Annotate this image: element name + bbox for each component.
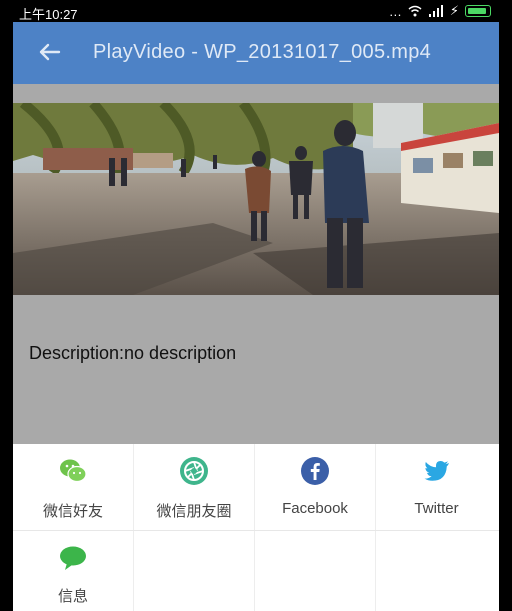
share-label: 微信朋友圈 [156,503,232,520]
share-message[interactable]: 信息 [13,531,134,611]
share-wechat-friends[interactable]: 微信好友 [13,444,134,530]
twitter-icon [424,461,449,481]
share-facebook[interactable]: Facebook [255,444,376,530]
message-icon [60,546,86,570]
charging-icon: ⚡ [449,3,459,18]
share-wechat-moments[interactable]: 微信朋友圈 [134,444,255,530]
share-empty-cell [134,531,255,611]
back-arrow-icon[interactable] [35,38,63,66]
share-empty-cell [255,531,376,611]
share-twitter[interactable]: Twitter [376,444,497,530]
app-bar: PlayVideo - WP_20131017_005.mp4 [13,22,499,84]
page-title: PlayVideo - WP_20131017_005.mp4 [93,41,432,63]
wechat-icon [60,459,87,483]
facebook-icon [301,457,329,485]
content-area: Description:no description [13,84,499,444]
status-bar: 上午10:27 … ⚡ [13,0,499,22]
more-dots-icon: … [388,3,402,19]
video-thumbnail[interactable] [13,103,499,295]
share-row: 信息 [13,531,499,611]
app-screen: 上午10:27 … ⚡ PlayVideo - WP_20131017_005.… [13,0,499,611]
share-empty-cell [376,531,497,611]
status-time: 上午10:27 [19,7,78,22]
video-description: Description:no description [29,343,237,363]
share-label: 信息 [57,588,88,605]
wechat-moments-icon [180,457,208,485]
signal-icon [428,5,443,17]
share-label: 微信好友 [42,503,103,520]
share-label: Twitter [414,500,459,517]
battery-icon [465,5,491,17]
status-icons: … ⚡ [389,3,491,19]
wifi-icon [408,5,422,17]
share-row: 微信好友 微信朋友圈 Facebook Twitter [13,444,499,531]
share-panel: 微信好友 微信朋友圈 Facebook Twitter 信息 [13,444,499,611]
share-label: Facebook [282,500,348,517]
